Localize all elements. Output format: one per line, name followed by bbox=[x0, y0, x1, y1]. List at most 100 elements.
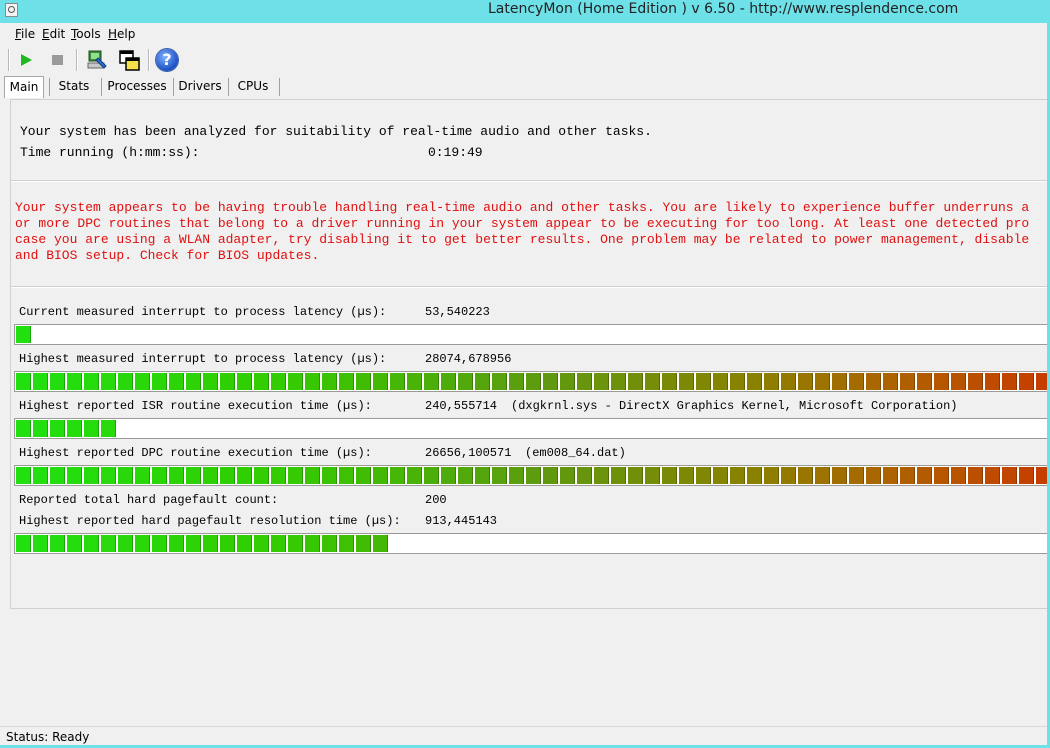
isr-bar bbox=[14, 418, 1050, 439]
bar-segment bbox=[169, 535, 184, 552]
help-icon: ? bbox=[156, 49, 178, 71]
dpc-bar bbox=[14, 465, 1050, 486]
bar-segment bbox=[50, 467, 65, 484]
bar-segment bbox=[101, 467, 116, 484]
status-bar: Status: Ready bbox=[0, 726, 1050, 746]
bar-segment bbox=[67, 467, 82, 484]
bar-segment bbox=[16, 326, 31, 343]
bar-segment bbox=[339, 373, 354, 390]
play-icon bbox=[21, 54, 32, 66]
bar-segment bbox=[645, 467, 660, 484]
bar-segment bbox=[339, 535, 354, 552]
bar-segment bbox=[560, 373, 575, 390]
current-latency-bar bbox=[14, 324, 1050, 345]
main-panel: Your system has been analyzed for suitab… bbox=[10, 99, 1050, 609]
bar-segment bbox=[135, 373, 150, 390]
bar-segment bbox=[492, 373, 507, 390]
tab-separator bbox=[279, 78, 280, 96]
system-info-button[interactable] bbox=[84, 48, 108, 72]
bar-segment bbox=[84, 373, 99, 390]
bar-segment bbox=[305, 467, 320, 484]
bar-segment bbox=[152, 467, 167, 484]
bar-segment bbox=[118, 467, 133, 484]
tab-separator bbox=[101, 78, 102, 96]
divider bbox=[11, 286, 1050, 288]
stop-button[interactable] bbox=[46, 48, 70, 72]
bar-segment bbox=[220, 373, 235, 390]
time-running-value: 0:19:49 bbox=[428, 145, 483, 160]
title-bar[interactable]: LatencyMon (Home Edition ) v 6.50 - http… bbox=[0, 0, 1050, 22]
bar-segment bbox=[577, 467, 592, 484]
menu-tools[interactable]: Tools bbox=[71, 27, 101, 41]
bar-segment bbox=[305, 535, 320, 552]
tab-label: Main bbox=[9, 80, 39, 94]
tab-separator bbox=[49, 78, 50, 96]
bar-segment bbox=[1002, 467, 1017, 484]
bar-segment bbox=[203, 467, 218, 484]
tab-label: Processes bbox=[107, 79, 167, 93]
menu-help[interactable]: Help bbox=[108, 27, 135, 41]
bar-segment bbox=[322, 467, 337, 484]
menu-file[interactable]: File bbox=[15, 27, 35, 41]
warning-line: Your system appears to be having trouble… bbox=[15, 200, 1030, 215]
bar-segment bbox=[254, 467, 269, 484]
bar-segment bbox=[679, 373, 694, 390]
bar-segment bbox=[747, 373, 762, 390]
highest-latency-value: 28074,678956 bbox=[425, 352, 512, 366]
toolbar: ? bbox=[0, 45, 1050, 75]
bar-segment bbox=[169, 467, 184, 484]
bar-segment bbox=[917, 467, 932, 484]
bar-segment bbox=[764, 467, 779, 484]
bar-segment bbox=[237, 535, 252, 552]
highest-latency-bar bbox=[14, 371, 1050, 392]
bar-segment bbox=[118, 373, 133, 390]
bar-segment bbox=[84, 467, 99, 484]
bar-segment bbox=[730, 467, 745, 484]
bar-segment bbox=[458, 373, 473, 390]
bar-segment bbox=[713, 467, 728, 484]
toolbar-separator bbox=[148, 49, 150, 71]
bar-segment bbox=[679, 467, 694, 484]
start-button[interactable] bbox=[14, 48, 38, 72]
bar-segment bbox=[526, 467, 541, 484]
bar-segment bbox=[1019, 373, 1034, 390]
bar-segment bbox=[849, 373, 864, 390]
bar-segment bbox=[254, 373, 269, 390]
monitor-icon bbox=[87, 50, 107, 69]
tab-main[interactable]: Main bbox=[4, 76, 44, 98]
help-button[interactable]: ? bbox=[155, 48, 179, 72]
current-latency-value: 53,540223 bbox=[425, 305, 490, 319]
bar-segment bbox=[815, 373, 830, 390]
bar-segment bbox=[628, 373, 643, 390]
bar-segment bbox=[84, 535, 99, 552]
bar-segment bbox=[577, 373, 592, 390]
bar-segment bbox=[356, 373, 371, 390]
bar-segment bbox=[169, 373, 184, 390]
bar-segment bbox=[237, 467, 252, 484]
tab-processes[interactable]: Processes bbox=[105, 76, 169, 98]
highest-latency-label: Highest measured interrupt to process la… bbox=[19, 352, 387, 366]
bar-segment bbox=[390, 467, 405, 484]
bar-segment bbox=[968, 373, 983, 390]
bar-segment bbox=[594, 373, 609, 390]
bar-segment bbox=[135, 467, 150, 484]
bar-segment bbox=[611, 373, 626, 390]
tab-stats[interactable]: Stats bbox=[52, 76, 96, 98]
status-text: Status: Ready bbox=[6, 730, 90, 744]
bar-segment bbox=[407, 467, 422, 484]
bar-segment bbox=[16, 373, 31, 390]
tab-label: Drivers bbox=[178, 79, 222, 93]
tab-drivers[interactable]: Drivers bbox=[177, 76, 223, 98]
stop-icon bbox=[52, 55, 63, 65]
bar-segment bbox=[543, 373, 558, 390]
bar-segment bbox=[900, 467, 915, 484]
bar-segment bbox=[781, 373, 796, 390]
windows-button[interactable] bbox=[117, 48, 141, 72]
menu-edit[interactable]: Edit bbox=[42, 27, 65, 41]
bar-segment bbox=[1019, 467, 1034, 484]
bar-segment bbox=[373, 467, 388, 484]
tab-cpus[interactable]: CPUs bbox=[232, 76, 274, 98]
time-running-label: Time running (h:mm:ss): bbox=[20, 145, 200, 160]
bar-segment bbox=[135, 535, 150, 552]
bar-segment bbox=[67, 420, 82, 437]
